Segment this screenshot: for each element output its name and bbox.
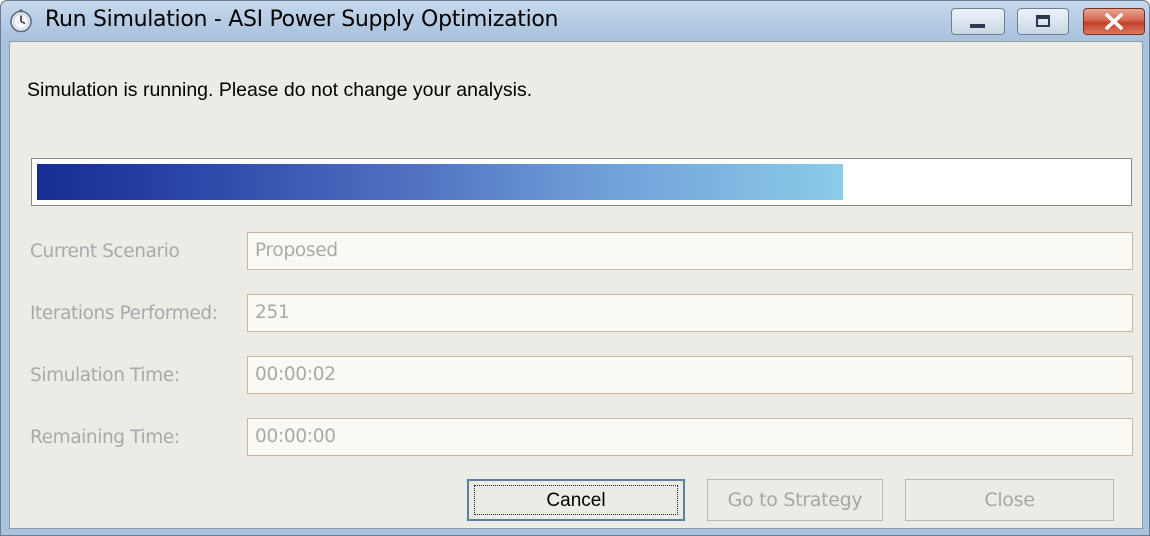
close-window-button[interactable] <box>1083 8 1145 35</box>
iterations-performed-field: 251 <box>247 294 1133 332</box>
simulation-time-field: 00:00:02 <box>247 356 1133 394</box>
close-button[interactable]: Close <box>905 479 1114 521</box>
simulation-progress-bar <box>31 158 1132 206</box>
title-bar[interactable]: Run Simulation - ASI Power Supply Optimi… <box>1 1 1149 41</box>
dialog-window: Run Simulation - ASI Power Supply Optimi… <box>0 0 1150 536</box>
iterations-performed-label: Iterations Performed: <box>30 303 218 324</box>
maximize-button[interactable] <box>1017 8 1069 35</box>
remaining-time-field: 00:00:00 <box>247 418 1133 456</box>
cancel-button-label: Cancel <box>474 485 678 515</box>
progress-fill <box>37 164 843 200</box>
minimize-button[interactable] <box>951 8 1005 35</box>
simulation-time-label: Simulation Time: <box>30 365 180 386</box>
current-scenario-field: Proposed <box>247 232 1133 270</box>
cancel-button[interactable]: Cancel <box>467 479 685 521</box>
go-to-strategy-button[interactable]: Go to Strategy <box>707 479 883 521</box>
stopwatch-icon <box>9 9 33 33</box>
window-title: Run Simulation - ASI Power Supply Optimi… <box>45 7 559 32</box>
current-scenario-label: Current Scenario <box>30 241 180 262</box>
status-message: Simulation is running. Please do not cha… <box>27 79 533 101</box>
remaining-time-label: Remaining Time: <box>30 427 180 448</box>
